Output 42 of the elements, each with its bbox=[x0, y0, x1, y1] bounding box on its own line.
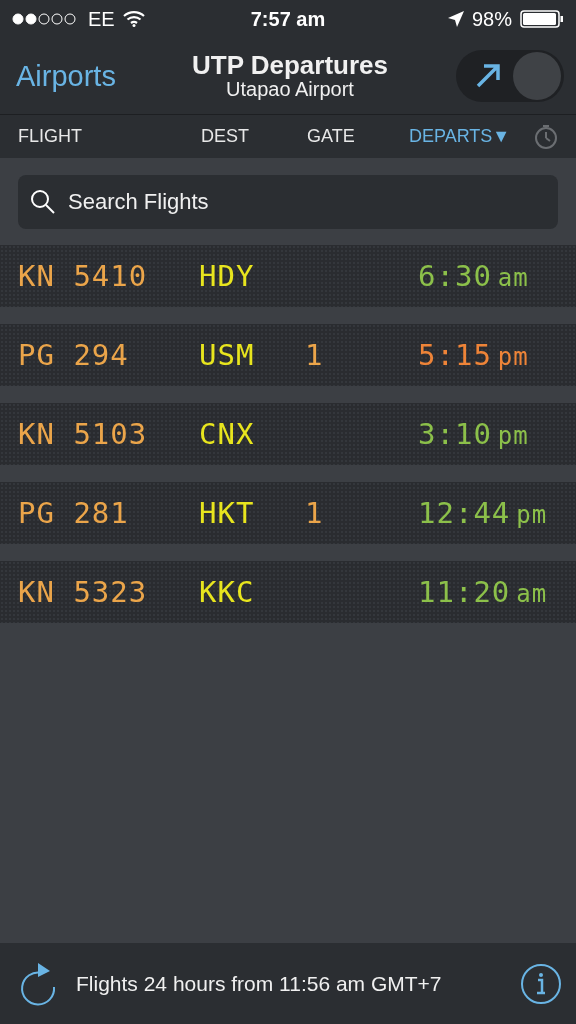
flight-number: PG 294 bbox=[18, 338, 130, 372]
time-range-info: Flights 24 hours from 11:56 am GMT+7 bbox=[76, 971, 443, 996]
back-button[interactable]: Airports bbox=[16, 59, 192, 93]
gate-number: 1 bbox=[305, 496, 325, 530]
direction-toggle[interactable] bbox=[456, 50, 564, 102]
screen-title: UTP Departures bbox=[192, 52, 388, 78]
column-header[interactable]: GATE bbox=[307, 126, 409, 147]
clock-icon bbox=[534, 123, 558, 150]
flight-row[interactable]: KN 5410 HDY 6:30 am bbox=[0, 245, 576, 307]
destination-code: USM bbox=[199, 338, 256, 372]
location-arrow-icon bbox=[447, 11, 464, 27]
gate-number: 1 bbox=[305, 338, 325, 372]
arrow-icon bbox=[474, 62, 502, 90]
flight-row[interactable]: PG 281 HKT 1 12:44 pm bbox=[0, 482, 576, 544]
search-field[interactable]: Search Flights bbox=[18, 175, 558, 229]
column-header[interactable]: DEPARTS▼ bbox=[409, 126, 509, 147]
search-icon bbox=[30, 189, 56, 215]
battery-icon bbox=[520, 10, 564, 28]
flight-number: KN 5323 bbox=[18, 575, 149, 609]
destination-code: HDY bbox=[199, 259, 256, 293]
screen-subtitle: Utapao Airport bbox=[226, 78, 354, 100]
departure-time: 11:20 am bbox=[418, 575, 549, 609]
departure-time: 3:10 pm bbox=[418, 417, 530, 451]
column-header[interactable]: FLIGHT bbox=[18, 126, 201, 147]
flight-row[interactable]: KN 5323 KKC 11:20 am bbox=[0, 561, 576, 623]
departure-time: 6:30 am bbox=[418, 259, 530, 293]
clock-time: 7:57 am bbox=[250, 7, 326, 31]
column-header[interactable]: DEST bbox=[201, 126, 307, 147]
destination-code: HKT bbox=[199, 496, 256, 530]
wifi-icon bbox=[122, 11, 145, 27]
flight-number: KN 5410 bbox=[18, 259, 149, 293]
flight-number: KN 5103 bbox=[18, 417, 149, 451]
battery-percent: 98% bbox=[471, 7, 512, 31]
flight-number: PG 281 bbox=[18, 496, 130, 530]
carrier-name: EE bbox=[88, 7, 115, 31]
destination-code: KKC bbox=[199, 575, 256, 609]
flight-row[interactable]: PG 294 USM 1 5:15 pm bbox=[0, 324, 576, 386]
flight-row[interactable]: KN 5103 CNX 3:10 pm bbox=[0, 403, 576, 465]
departure-time: 12:44 pm bbox=[418, 496, 549, 530]
destination-code: CNX bbox=[199, 417, 256, 451]
departure-time: 5:15 pm bbox=[418, 338, 530, 372]
info-icon[interactable] bbox=[520, 962, 562, 1005]
